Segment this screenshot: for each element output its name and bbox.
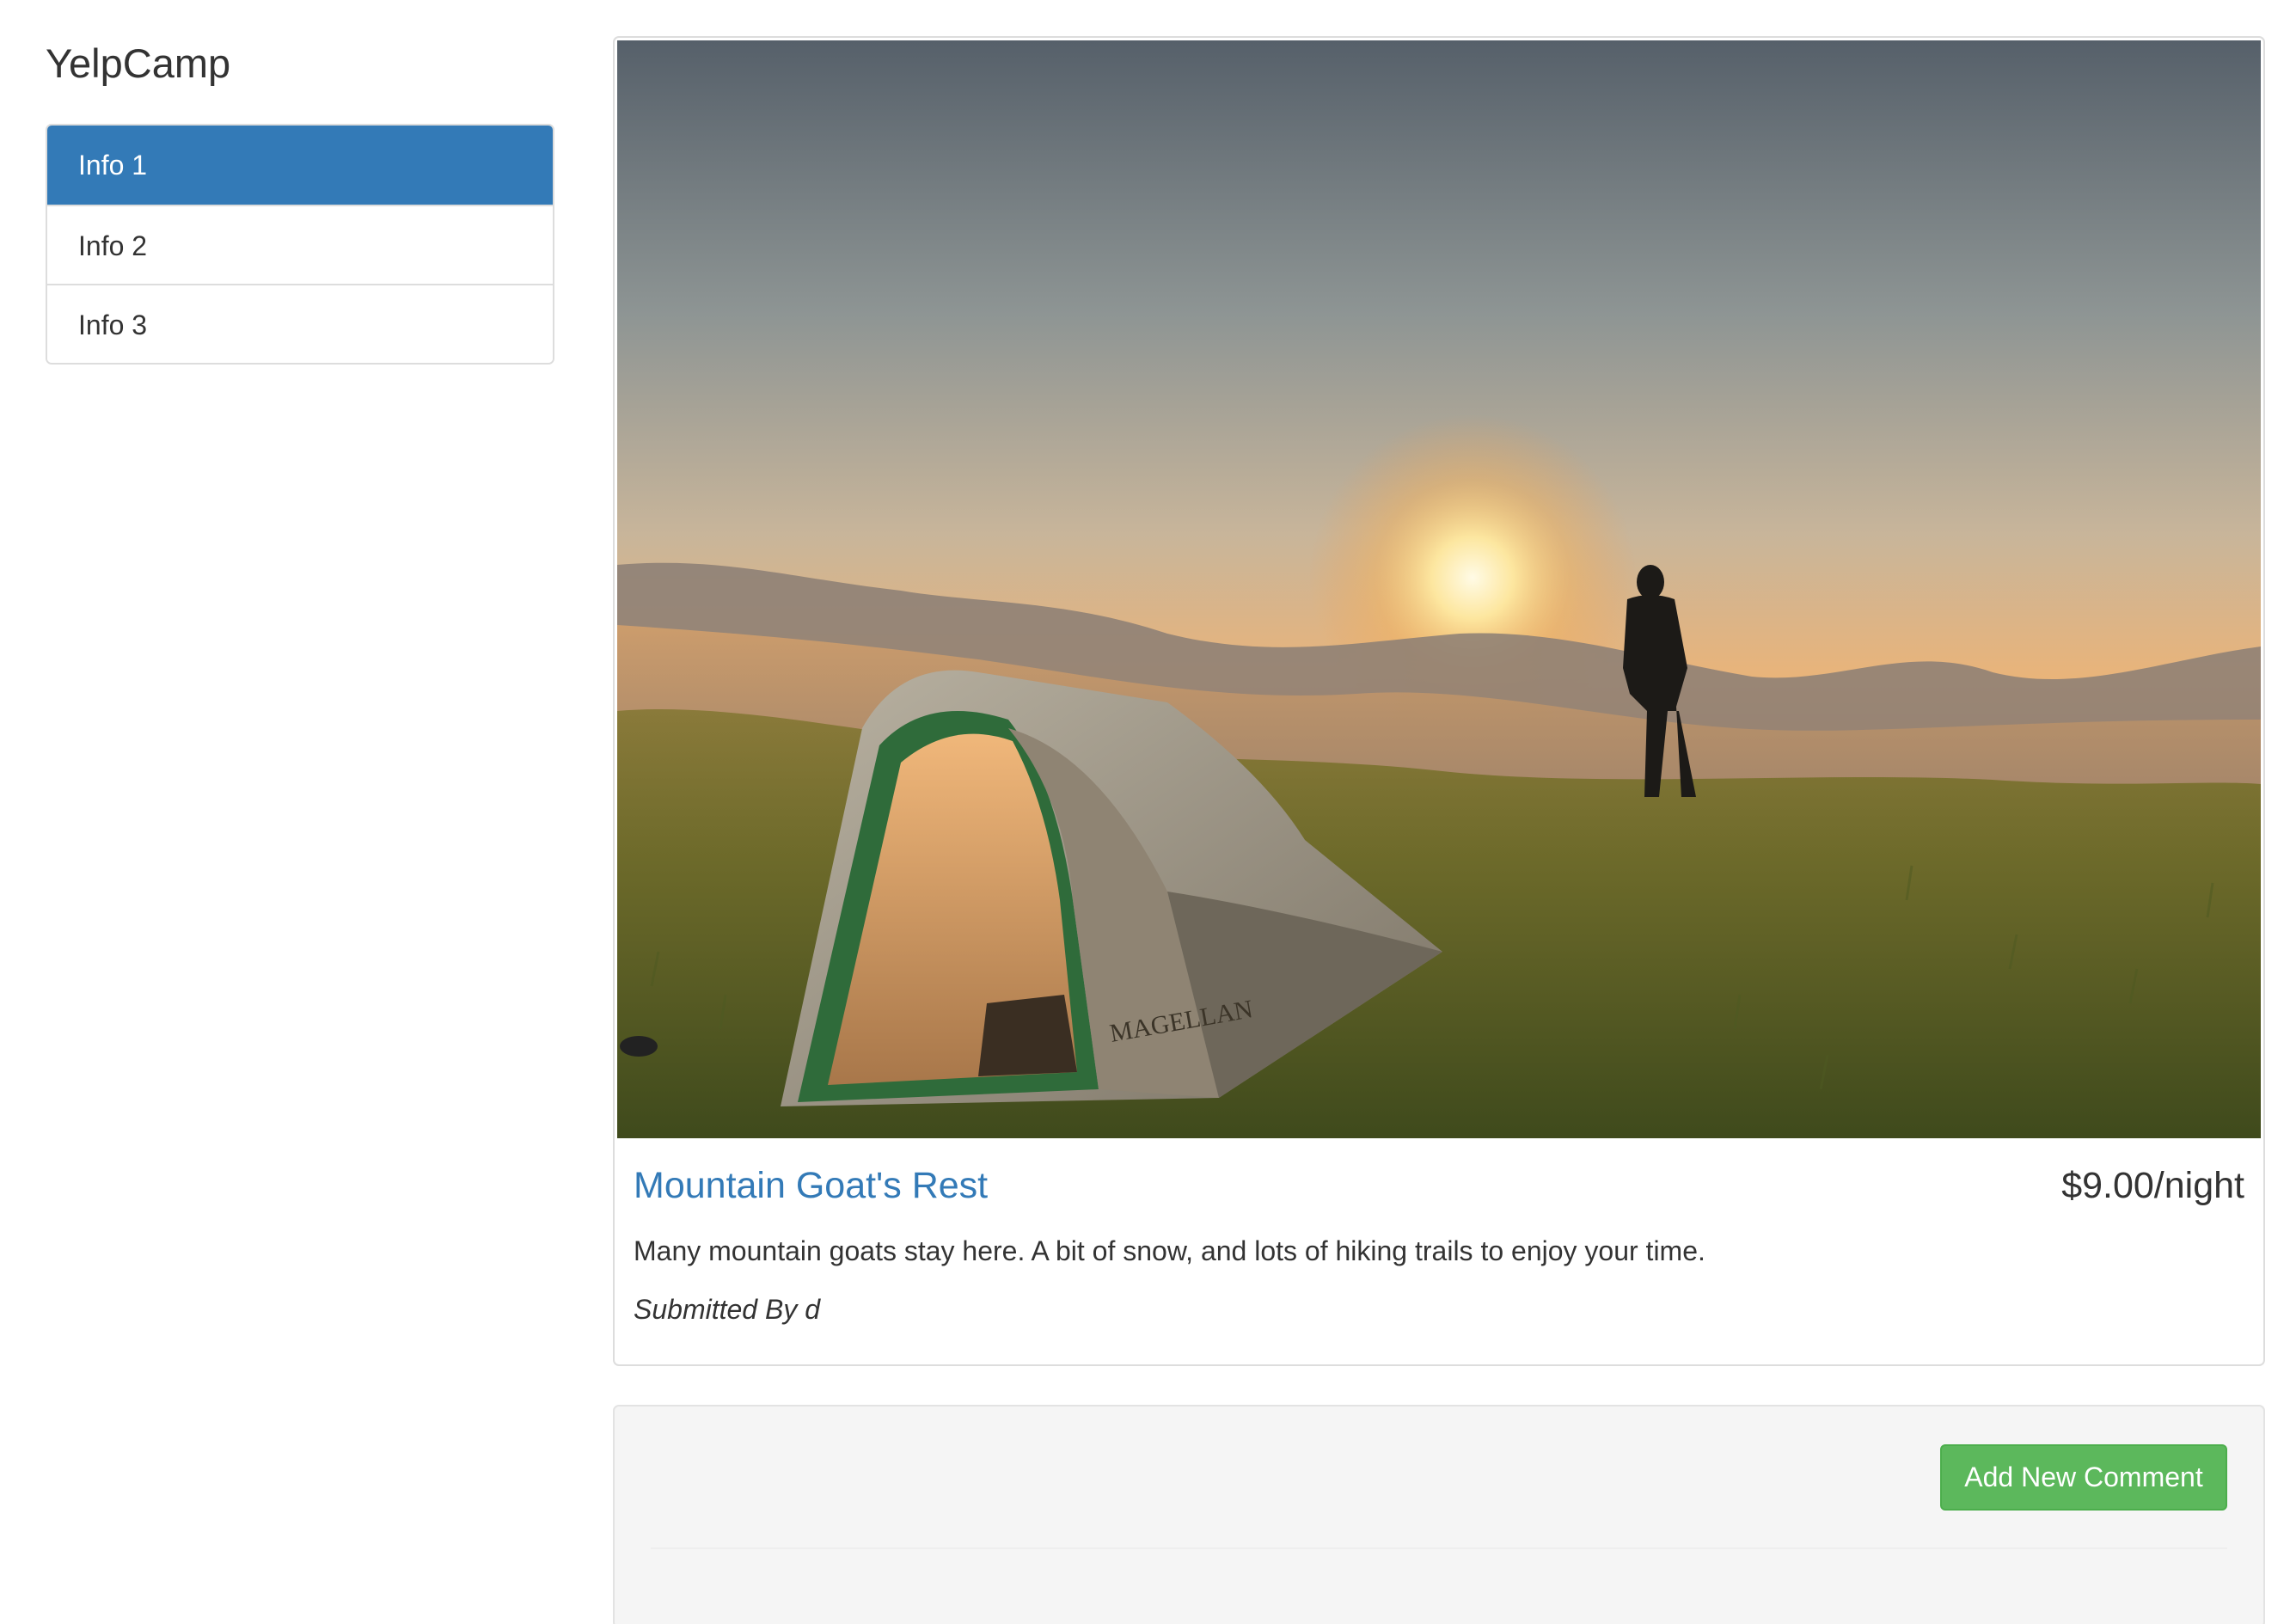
campground-image: MAGELLAN — [617, 40, 2261, 1138]
sidebar-item-info-3[interactable]: Info 3 — [47, 284, 553, 363]
campground-description: Many mountain goats stay here. A bit of … — [634, 1235, 1705, 1266]
sidebar: YelpCamp Info 1 Info 2 Info 3 — [46, 34, 554, 365]
campground-caption: Mountain Goat's Rest $9.00/night Many mo… — [634, 1155, 2244, 1329]
add-new-comment-button[interactable]: Add New Comment — [1940, 1444, 2227, 1511]
sidebar-item-info-2[interactable]: Info 2 — [47, 205, 553, 284]
campground-card: MAGELLAN Mountain Goat's Rest $9.00/nigh… — [613, 36, 2265, 1366]
comments-divider — [651, 1547, 2227, 1549]
campground-name-link[interactable]: Mountain Goat's Rest — [634, 1165, 988, 1206]
info-list: Info 1 Info 2 Info 3 — [46, 124, 554, 365]
page: YelpCamp Info 1 Info 2 Info 3 MAGELLAN M… — [0, 0, 2290, 1624]
submitted-by: Submitted By d — [634, 1294, 820, 1325]
campground-price: $9.00/night — [2061, 1165, 2244, 1206]
sidebar-item-info-1[interactable]: Info 1 — [47, 126, 553, 205]
comments-section: Add New Comment — [613, 1405, 2265, 1624]
brand-title: YelpCamp — [46, 40, 231, 86]
